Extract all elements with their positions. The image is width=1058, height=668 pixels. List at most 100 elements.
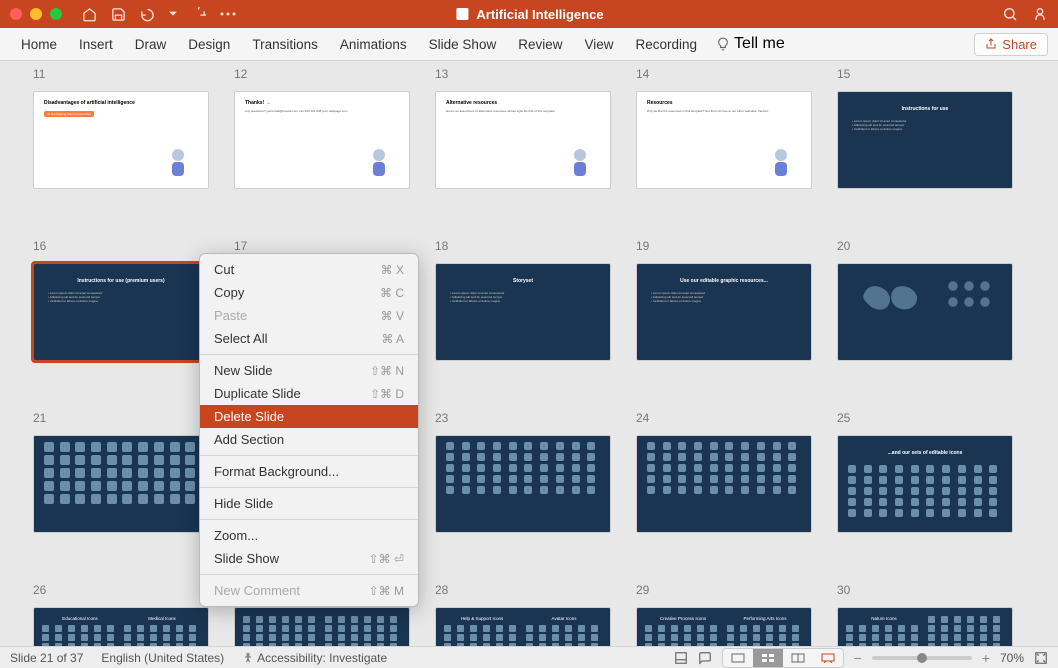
ribbon: Home Insert Draw Design Transitions Anim… [0, 28, 1058, 61]
slide-thumbnail[interactable]: 28Help & Support IconsAvatar Icons [435, 583, 611, 646]
tab-recording[interactable]: Recording [625, 28, 709, 60]
ctx-format-background[interactable]: Format Background... [200, 460, 418, 483]
slide-thumbnail[interactable]: 16Instructions for use (premium users)• … [33, 239, 209, 361]
slide-thumbnail[interactable]: 29 Creative Process IconsPerforming Arts … [636, 583, 812, 646]
slide-thumb-content: Nature Icons [837, 607, 1013, 646]
share-icon [985, 38, 997, 50]
fit-window-icon[interactable] [1034, 651, 1048, 665]
view-normal[interactable] [723, 649, 753, 667]
minimize-window[interactable] [30, 8, 42, 20]
slide-number: 13 [435, 67, 611, 81]
slide-number: 20 [837, 239, 1013, 253]
slide-number: 23 [435, 411, 611, 425]
ctx-add-section[interactable]: Add Section [200, 428, 418, 451]
tab-slideshow[interactable]: Slide Show [418, 28, 508, 60]
slide-number: 24 [636, 411, 812, 425]
view-mode-buttons [722, 648, 844, 668]
ctx-hide-slide[interactable]: Hide Slide [200, 492, 418, 515]
ctx-new-slide[interactable]: New Slide⇧⌘ N [200, 359, 418, 382]
slide-thumbnail[interactable]: 12Thanks! →Any questions? youremail@free… [234, 67, 410, 189]
close-window[interactable] [10, 8, 22, 20]
status-language[interactable]: English (United States) [101, 651, 224, 665]
slide-thumb-content: Educational IconsMedical Icons [33, 607, 209, 646]
slide-number: 14 [636, 67, 812, 81]
zoom-slider[interactable] [872, 656, 972, 660]
slide-thumbnail[interactable]: 26Educational IconsMedical Icons [33, 583, 209, 646]
slide-thumbnail[interactable]: 19 Use our editable graphic resources...•… [636, 239, 812, 361]
slide-thumb-content: Use our editable graphic resources...• L… [636, 263, 812, 361]
slide-number: 19 [636, 239, 812, 253]
maximize-window[interactable] [50, 8, 62, 20]
slide-thumb-content [636, 435, 812, 533]
home-icon[interactable] [82, 7, 97, 22]
view-slideshow[interactable] [813, 649, 843, 667]
ctx-select-all[interactable]: Select All⌘ A [200, 327, 418, 350]
slide-sorter[interactable]: 11Disadvantages of artificial intelligen… [0, 61, 1058, 646]
slide-thumb-content [33, 435, 209, 533]
tab-draw[interactable]: Draw [124, 28, 178, 60]
view-sorter[interactable] [753, 649, 783, 667]
undo-icon[interactable] [140, 7, 155, 22]
ctx-slide-show[interactable]: Slide Show⇧⌘ ⏎ [200, 547, 418, 570]
status-accessibility[interactable]: Accessibility: Investigate [242, 651, 387, 665]
ctx-delete-slide[interactable]: Delete Slide [200, 405, 418, 428]
lightbulb-icon [716, 37, 730, 51]
zoom-in[interactable]: + [982, 650, 990, 666]
status-bar: Slide 21 of 37 English (United States) A… [0, 646, 1058, 668]
ctx-cut[interactable]: Cut⌘ X [200, 258, 418, 281]
slide-thumbnail[interactable]: 11Disadvantages of artificial intelligen… [33, 67, 209, 189]
tab-design[interactable]: Design [177, 28, 241, 60]
tab-home[interactable]: Home [10, 28, 68, 60]
slide-thumb-content: Creative Process IconsPerforming Arts Ic… [636, 607, 812, 646]
comments-icon[interactable] [698, 651, 712, 665]
slide-number: 15 [837, 67, 1013, 81]
slide-number: 29 [636, 583, 812, 597]
tab-insert[interactable]: Insert [68, 28, 124, 60]
slide-thumb-content [435, 435, 611, 533]
status-slide-count: Slide 21 of 37 [10, 651, 83, 665]
slide-thumb-content [234, 607, 410, 646]
slide-thumbnail[interactable]: 23 [435, 411, 611, 533]
search-icon[interactable] [1002, 6, 1018, 22]
slide-thumbnail[interactable]: 13Alternative resourcesHere's an assortm… [435, 67, 611, 189]
slide-thumbnail[interactable]: 21 [33, 411, 209, 533]
slide-number: 21 [33, 411, 209, 425]
slide-thumb-content [837, 263, 1013, 361]
ctx-paste: Paste⌘ V [200, 304, 418, 327]
slide-thumbnail[interactable]: 25 ...and our sets of editable icons [837, 411, 1013, 533]
slide-thumb-content: ...and our sets of editable icons [837, 435, 1013, 533]
slide-number: 16 [33, 239, 209, 253]
context-menu: Cut⌘ X Copy⌘ C Paste⌘ V Select All⌘ A Ne… [199, 253, 419, 607]
tab-animations[interactable]: Animations [329, 28, 418, 60]
slide-thumbnail[interactable]: 24 [636, 411, 812, 533]
zoom-out[interactable]: − [854, 650, 862, 666]
slide-thumb-content: Help & Support IconsAvatar Icons [435, 607, 611, 646]
ctx-new-comment: New Comment⇧⌘ M [200, 579, 418, 602]
more-icon[interactable] [220, 12, 236, 16]
slide-thumbnail[interactable]: 30 Nature Icons [837, 583, 1013, 646]
slide-number: 30 [837, 583, 1013, 597]
tab-view[interactable]: View [573, 28, 624, 60]
slide-thumbnail[interactable]: 15Instructions for use• Lorem ipsum dolo… [837, 67, 1013, 189]
powerpoint-icon [454, 6, 470, 22]
view-reading[interactable] [783, 649, 813, 667]
slide-thumbnail[interactable]: 20 [837, 239, 1013, 361]
tell-me[interactable]: Tell me [716, 35, 785, 53]
notes-icon[interactable] [674, 651, 688, 665]
tab-review[interactable]: Review [507, 28, 573, 60]
slide-number: 25 [837, 411, 1013, 425]
ctx-copy[interactable]: Copy⌘ C [200, 281, 418, 304]
slide-thumbnail[interactable]: 14ResourcesDid you like the resources in… [636, 67, 812, 189]
save-icon[interactable] [111, 7, 126, 22]
user-icon[interactable] [1032, 6, 1048, 22]
slide-number: 17 [234, 239, 410, 253]
slide-thumb-content: Storyset• Lorem ipsum dolor sit amet con… [435, 263, 611, 361]
zoom-level[interactable]: 70% [1000, 651, 1024, 665]
ctx-zoom[interactable]: Zoom... [200, 524, 418, 547]
tab-transitions[interactable]: Transitions [241, 28, 329, 60]
redo-icon[interactable] [191, 7, 206, 22]
share-button[interactable]: Share [974, 33, 1048, 56]
undo-dropdown-icon[interactable] [169, 10, 177, 18]
ctx-duplicate-slide[interactable]: Duplicate Slide⇧⌘ D [200, 382, 418, 405]
slide-thumbnail[interactable]: 18Storyset• Lorem ipsum dolor sit amet c… [435, 239, 611, 361]
